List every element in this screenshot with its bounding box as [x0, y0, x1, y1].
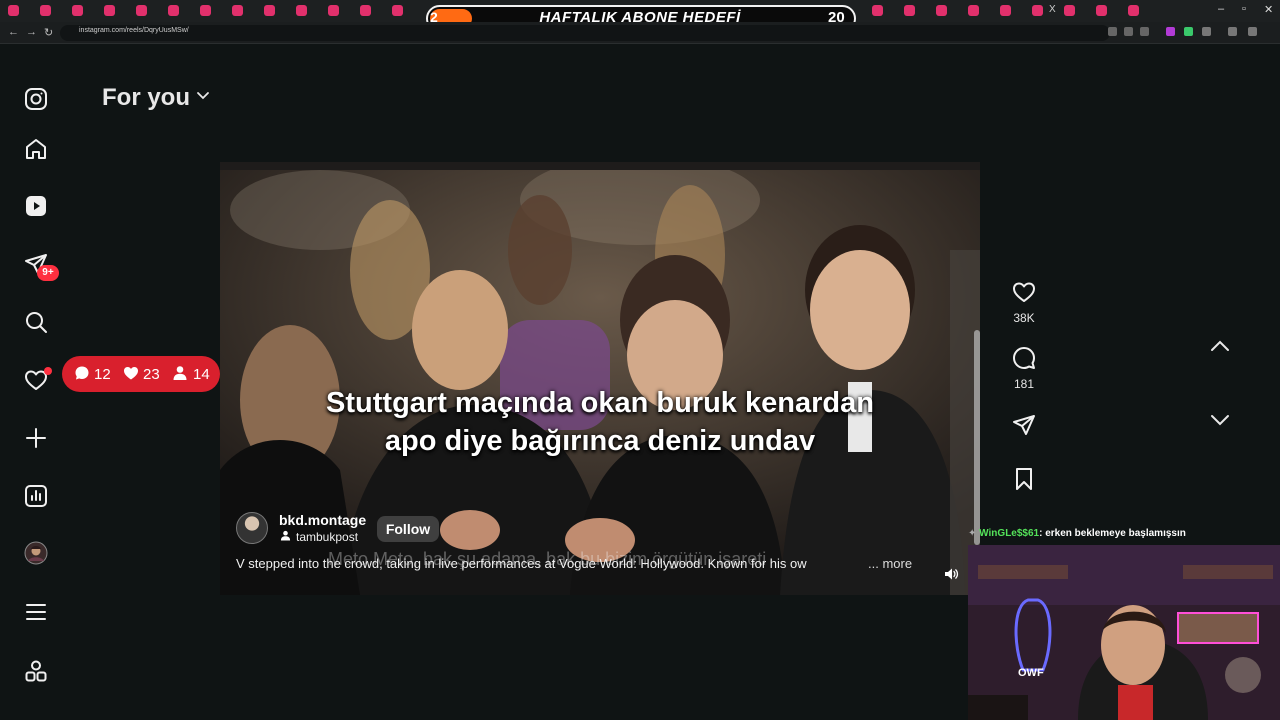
instagram-logo-icon[interactable]: [24, 87, 48, 111]
share-icon[interactable]: [1012, 413, 1036, 437]
chevron-down-icon[interactable]: [195, 88, 211, 104]
save-bookmark-icon[interactable]: [1012, 467, 1036, 491]
comment-bubble-icon: [75, 366, 89, 380]
pill-followers-count: 14: [193, 366, 210, 383]
likes-count: 38K: [1013, 311, 1035, 325]
person-icon: [173, 366, 187, 380]
search-icon[interactable]: [24, 310, 48, 334]
browser-tab[interactable]: [104, 5, 115, 16]
reload-icon[interactable]: ↻: [44, 26, 53, 39]
browser-tab[interactable]: [904, 5, 915, 16]
browser-tab[interactable]: [1096, 5, 1107, 16]
close-window-icon[interactable]: ✕: [1264, 3, 1273, 16]
next-reel-arrow-icon[interactable]: [1208, 408, 1232, 432]
collab-username[interactable]: tambukpost: [296, 530, 358, 544]
browser-tab[interactable]: [232, 5, 243, 16]
home-icon[interactable]: [24, 137, 48, 161]
more-link[interactable]: ... more: [868, 556, 912, 571]
browser-tab[interactable]: [1064, 5, 1075, 16]
browser-tab[interactable]: [200, 5, 211, 16]
extension-icon[interactable]: [1166, 27, 1175, 36]
browser-tab[interactable]: [8, 5, 19, 16]
author-username[interactable]: bkd.montage: [279, 512, 366, 528]
browser-toolbar: ← → ↻: [0, 22, 1280, 44]
browser-tab[interactable]: [1000, 5, 1011, 16]
pill-comments-count: 12: [94, 366, 111, 383]
browser-tab[interactable]: [40, 5, 51, 16]
browser-tab[interactable]: [1032, 5, 1043, 16]
create-icon[interactable]: [24, 426, 48, 450]
messages-badge: 9+: [37, 265, 59, 281]
maximize-icon[interactable]: ▫: [1242, 3, 1246, 15]
volume-icon[interactable]: [943, 566, 959, 582]
menu-icon[interactable]: [24, 600, 48, 624]
browser-tab[interactable]: [392, 5, 403, 16]
notification-dot: [44, 367, 52, 375]
chat-text: : erken beklemeye başlamışsın: [1039, 528, 1186, 539]
also-from-meta-icon[interactable]: [24, 659, 48, 683]
browser-menu-icon[interactable]: [1248, 27, 1257, 36]
like-heart-icon[interactable]: [1012, 280, 1036, 304]
pill-likes-count: 23: [143, 366, 160, 383]
author-avatar[interactable]: [236, 512, 268, 544]
chat-username: WinGLe$$61: [979, 528, 1040, 539]
forward-icon[interactable]: →: [26, 26, 37, 38]
browser-tab[interactable]: [1128, 5, 1139, 16]
collab-person-icon: [280, 530, 291, 541]
browser-tab[interactable]: [872, 5, 883, 16]
stream-chat-message: ✦ WinGLe$$61: erken beklemeye başlamışsı…: [968, 528, 1280, 542]
browser-tab[interactable]: [264, 5, 275, 16]
browser-tab[interactable]: [968, 5, 979, 16]
webcam-frame: OWF: [968, 545, 1280, 720]
svg-text:OWF: OWF: [1018, 667, 1044, 679]
reel-caption-line-2: apo diye bağırınca deniz undav: [384, 425, 816, 457]
zoom-icon[interactable]: [1108, 27, 1117, 36]
browser-tab[interactable]: [296, 5, 307, 16]
page-title[interactable]: For you: [102, 84, 190, 112]
heart-icon: [124, 367, 138, 380]
extensions-puzzle-icon[interactable]: [1202, 27, 1211, 36]
follow-button[interactable]: Follow: [377, 516, 439, 542]
streamer-webcam: OWF: [968, 545, 1280, 720]
address-bar[interactable]: [60, 25, 1110, 41]
comment-icon[interactable]: [1012, 346, 1036, 370]
reels-icon[interactable]: [24, 194, 48, 218]
profile-avatar[interactable]: [24, 541, 48, 565]
browser-tab[interactable]: [328, 5, 339, 16]
x-tab-icon[interactable]: X: [1049, 4, 1056, 15]
profile-icon[interactable]: [1228, 27, 1237, 36]
comments-count: 181: [1013, 377, 1035, 391]
bookmark-star-icon[interactable]: [1140, 27, 1149, 36]
install-icon[interactable]: [1124, 27, 1133, 36]
browser-tab[interactable]: [168, 5, 179, 16]
minimize-icon[interactable]: –: [1218, 3, 1224, 15]
reel-description: V stepped into the crowd, taking in live…: [236, 556, 807, 571]
browser-tab[interactable]: [936, 5, 947, 16]
reel-caption-line-1: Stuttgart maçında okan buruk kenardan: [326, 387, 874, 419]
dashboard-icon[interactable]: [24, 484, 48, 508]
previous-reel-arrow-icon[interactable]: [1208, 334, 1232, 358]
chat-badge-icon: ✦: [968, 528, 980, 539]
browser-tab[interactable]: [136, 5, 147, 16]
extension-icon[interactable]: [1184, 27, 1193, 36]
browser-tab[interactable]: [360, 5, 371, 16]
url-text[interactable]: instagram.com/reels/DqryUusMSw/: [79, 27, 189, 34]
back-icon[interactable]: ←: [8, 26, 19, 38]
browser-tab[interactable]: [72, 5, 83, 16]
